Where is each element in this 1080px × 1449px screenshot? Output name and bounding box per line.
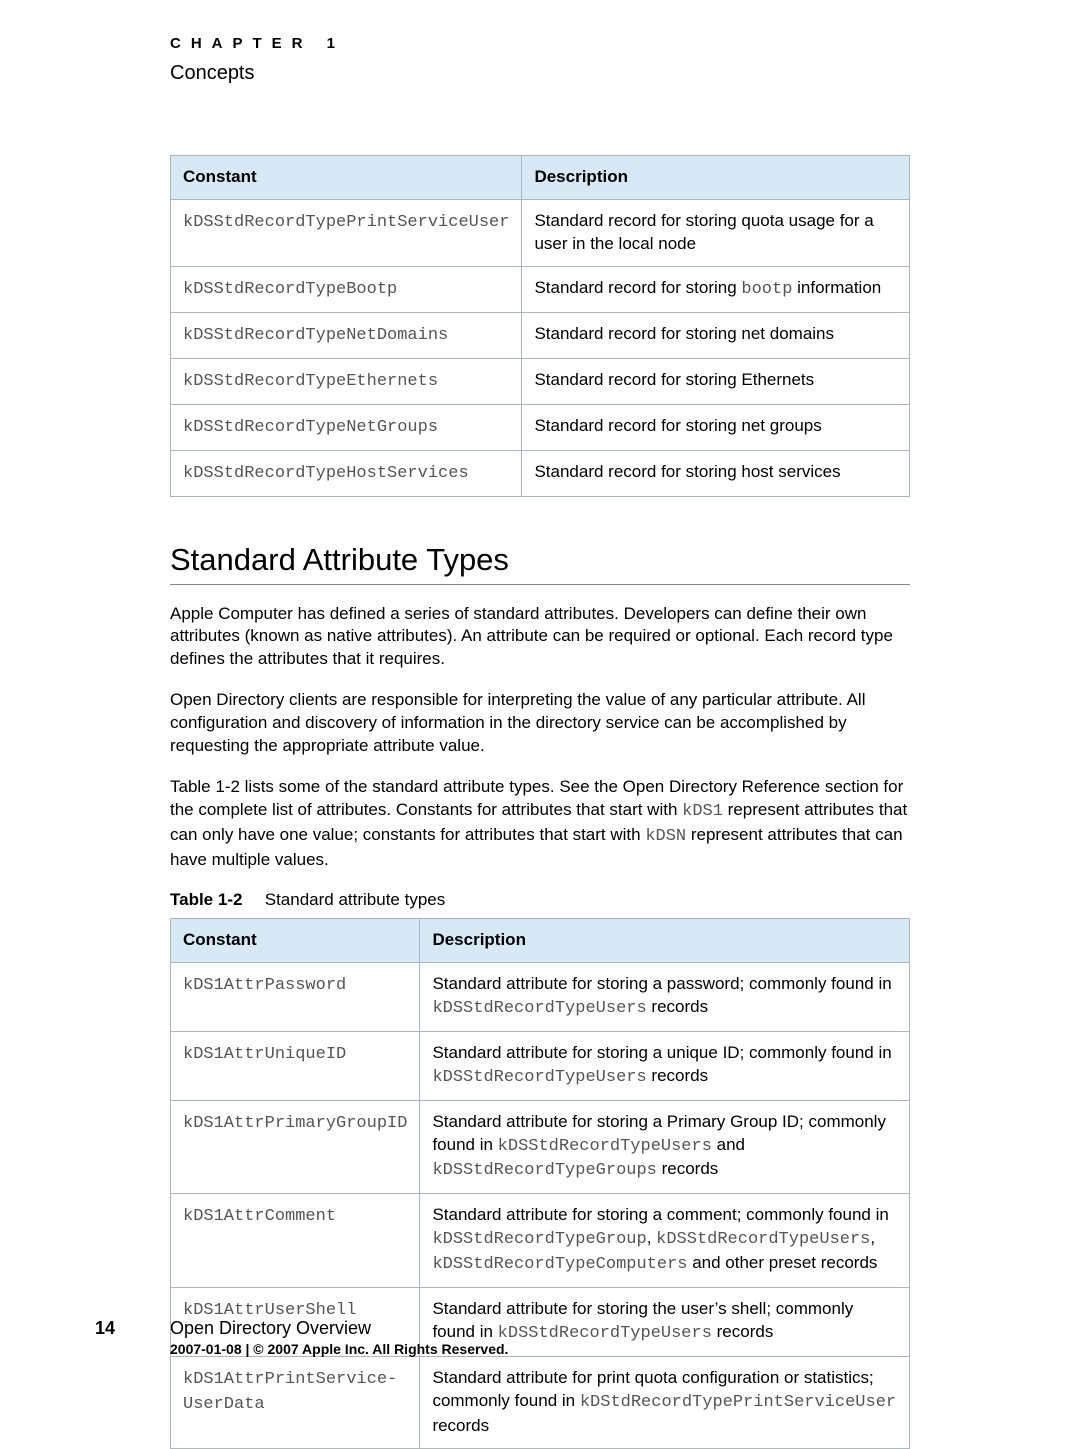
section-paragraph-1: Apple Computer has defined a series of s… xyxy=(170,603,910,672)
constant-cell: kDS1AttrPassword xyxy=(171,962,420,1031)
constant-name: kDSStdRecordTypePrintServiceUser xyxy=(183,213,509,232)
table-header-description: Description xyxy=(420,918,910,962)
constant-name: kDS1AttrPassword xyxy=(183,976,346,995)
table-row: kDS1AttrUniqueID Standard attribute for s… xyxy=(171,1031,910,1100)
constant-name: kDSStdRecordTypeNetDomains xyxy=(183,326,448,345)
description-cell: Standard record for storing net domains xyxy=(522,312,910,358)
code-literal: bootp xyxy=(741,280,792,299)
table-header-constant: Constant xyxy=(171,918,420,962)
constant-cell: kDSStdRecordTypePrintServiceUser xyxy=(171,199,522,266)
constant-name: kDS1AttrComment xyxy=(183,1207,336,1226)
constant-cell: kDSStdRecordTypeBootp xyxy=(171,266,522,312)
constant-cell: kDS1AttrPrimaryGroupID xyxy=(171,1100,420,1194)
constant-name: kDS1AttrPrimaryGroupID xyxy=(183,1114,407,1133)
code-literal: kDSStdRecordTypeUsers xyxy=(432,999,646,1018)
constant-name: kDSStdRecordTypeEthernets xyxy=(183,372,438,391)
constant-cell: kDS1AttrPrintService- UserData xyxy=(171,1357,420,1449)
constant-name: kDSStdRecordTypeHostServices xyxy=(183,464,469,483)
constant-cell: kDSStdRecordTypeHostServices xyxy=(171,450,522,496)
section-paragraph-2: Open Directory clients are responsible f… xyxy=(170,689,910,758)
description-cell: Standard attribute for storing a unique … xyxy=(420,1031,910,1100)
table-header-constant: Constant xyxy=(171,156,522,200)
code-literal: kDSStdRecordTypeComputers xyxy=(432,1255,687,1274)
table-row: kDSStdRecordTypeNetGroups Standard record… xyxy=(171,404,910,450)
description-cell: Standard attribute for storing a passwor… xyxy=(420,962,910,1031)
table-caption-label: Table 1-2 xyxy=(170,890,260,910)
page-footer: 14 Open Directory Overview 2007-01-08 | … xyxy=(0,1318,910,1357)
page-number: 14 xyxy=(95,1318,115,1339)
constant-cell: kDS1AttrUniqueID xyxy=(171,1031,420,1100)
table-row: kDS1AttrPassword Standard attribute for s… xyxy=(171,962,910,1031)
description-cell: Standard attribute for storing a comment… xyxy=(420,1194,910,1288)
footer-copyright: 2007-01-08 | © 2007 Apple Inc. All Right… xyxy=(170,1341,910,1357)
table-row: kDSStdRecordTypeEthernets Standard record… xyxy=(171,358,910,404)
table-row: kDS1AttrComment Standard attribute for st… xyxy=(171,1194,910,1288)
code-literal: kDSStdRecordTypeUsers xyxy=(498,1137,712,1156)
chapter-subtitle: Concepts xyxy=(170,62,910,85)
constant-name: kDS1AttrPrintService- UserData xyxy=(183,1370,397,1414)
description-cell: Standard record for storing host service… xyxy=(522,450,910,496)
constant-name: kDSStdRecordTypeBootp xyxy=(183,280,397,299)
section-paragraph-3: Table 1-2 lists some of the standard att… xyxy=(170,776,910,872)
code-literal: kDSStdRecordTypeUsers xyxy=(656,1230,870,1249)
table-row: kDSStdRecordTypeBootp Standard record for… xyxy=(171,266,910,312)
constant-cell: kDS1AttrComment xyxy=(171,1194,420,1288)
table-caption: Table 1-2 Standard attribute types xyxy=(170,890,910,910)
table-row: kDSStdRecordTypeHostServices Standard rec… xyxy=(171,450,910,496)
chapter-label: CHAPTER 1 xyxy=(170,35,910,52)
code-literal: kDS1 xyxy=(682,802,723,821)
description-cell: Standard attribute for print quota confi… xyxy=(420,1357,910,1449)
code-literal: kDSStdRecordTypeGroups xyxy=(432,1161,656,1180)
table-row: kDS1AttrPrintService- UserData Standard a… xyxy=(171,1357,910,1449)
description-cell: Standard record for storing quota usage … xyxy=(522,199,910,266)
table-header-description: Description xyxy=(522,156,910,200)
code-literal: kDStdRecordTypePrintServiceUser xyxy=(580,1393,896,1412)
description-cell: Standard record for storing net groups xyxy=(522,404,910,450)
constant-name: kDSStdRecordTypeNetGroups xyxy=(183,418,438,437)
attribute-types-table: Constant Description kDS1AttrPassword Sta… xyxy=(170,918,910,1449)
constant-cell: kDSStdRecordTypeNetGroups xyxy=(171,404,522,450)
record-types-table: Constant Description kDSStdRecordTypePri… xyxy=(170,155,910,497)
description-cell: Standard record for storing Ethernets xyxy=(522,358,910,404)
footer-title: Open Directory Overview xyxy=(170,1318,910,1339)
description-cell: Standard record for storing bootp inform… xyxy=(522,266,910,312)
description-cell: Standard attribute for storing a Primary… xyxy=(420,1100,910,1194)
constant-cell: kDSStdRecordTypeNetDomains xyxy=(171,312,522,358)
table-row: kDSStdRecordTypePrintServiceUser Standard… xyxy=(171,199,910,266)
code-literal: kDSStdRecordTypeGroup xyxy=(432,1230,646,1249)
constant-name: kDS1AttrUniqueID xyxy=(183,1045,346,1064)
table-row: kDS1AttrPrimaryGroupID Standard attribute… xyxy=(171,1100,910,1194)
constant-cell: kDSStdRecordTypeEthernets xyxy=(171,358,522,404)
code-literal: kDSStdRecordTypeUsers xyxy=(432,1068,646,1087)
table-row: kDSStdRecordTypeNetDomains Standard recor… xyxy=(171,312,910,358)
code-literal: kDSN xyxy=(645,827,686,846)
section-title: Standard Attribute Types xyxy=(170,542,910,585)
table-caption-title: Standard attribute types xyxy=(265,890,446,909)
